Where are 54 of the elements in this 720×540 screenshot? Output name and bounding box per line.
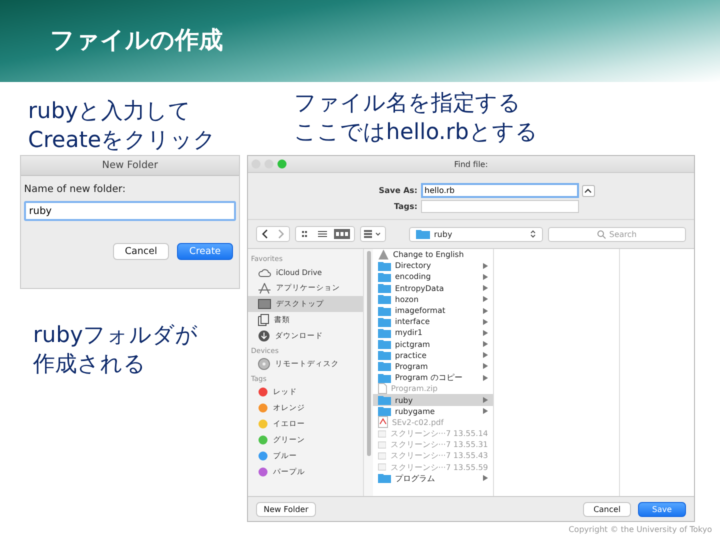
folder-icon	[416, 229, 430, 239]
search-icon	[597, 230, 606, 238]
pdf-file-icon	[378, 416, 388, 428]
folder-name-field[interactable]: ruby	[24, 201, 236, 221]
desktop-icon	[258, 299, 271, 309]
folder-icon	[378, 361, 391, 372]
folder-icon	[378, 306, 391, 316]
download-icon	[258, 330, 270, 342]
app-icon	[378, 249, 389, 260]
new-folder-button[interactable]: New Folder	[256, 502, 316, 516]
folder-icon	[378, 473, 391, 484]
tags-field[interactable]	[420, 200, 578, 213]
caption-text: ファイル名を指定する	[294, 90, 521, 118]
folder-icon	[378, 328, 391, 338]
dialog-title: New Folder	[21, 156, 239, 176]
folder-icon	[378, 350, 391, 360]
caption-text: Createをクリック	[28, 126, 216, 155]
image-file-icon	[378, 450, 386, 461]
image-file-icon	[378, 440, 386, 450]
document-icon	[258, 314, 269, 326]
folder-icon	[378, 372, 391, 383]
disclosure-arrow-icon	[483, 475, 488, 482]
location-popup[interactable]: ruby	[409, 226, 543, 242]
cloud-icon	[258, 268, 271, 276]
copyright-text: Copyright © the University of Tokyo	[568, 525, 712, 534]
arrange-menu-button[interactable]	[360, 226, 386, 242]
caption-text: rubyと入力して	[28, 98, 191, 126]
disc-icon	[258, 358, 270, 370]
folder-icon	[378, 316, 391, 327]
file-icon	[378, 383, 387, 394]
dialog-button[interactable]: Cancel	[113, 243, 169, 260]
field-label: Name of new folder:	[24, 184, 127, 195]
caret-up-icon	[584, 188, 592, 193]
folder-icon	[378, 272, 391, 282]
folder-icon	[378, 260, 391, 271]
dialog-title: Find file:	[454, 160, 488, 168]
image-file-icon	[378, 462, 386, 472]
field-label: Save As:	[378, 186, 418, 195]
caption-text: 作成される	[33, 350, 146, 379]
field-label: Tags:	[392, 202, 418, 211]
caption-text: ここではhello.rbとする	[294, 118, 538, 147]
folder-icon	[378, 294, 391, 304]
stepper-arrows-icon	[530, 229, 536, 239]
folder-icon	[378, 283, 391, 294]
slide-title: ファイルの作成	[50, 28, 223, 52]
folder-icon	[378, 395, 391, 406]
dialog-button[interactable]: Cancel	[583, 502, 631, 516]
caption-text: rubyフォルダが	[33, 322, 198, 350]
view-mode-control[interactable]	[295, 226, 355, 242]
back-forward-control[interactable]	[256, 226, 290, 242]
collapse-button[interactable]	[582, 184, 594, 196]
save-as-field[interactable]: hello.rb	[420, 183, 578, 198]
image-file-icon	[378, 428, 386, 439]
folder-icon	[378, 339, 391, 350]
